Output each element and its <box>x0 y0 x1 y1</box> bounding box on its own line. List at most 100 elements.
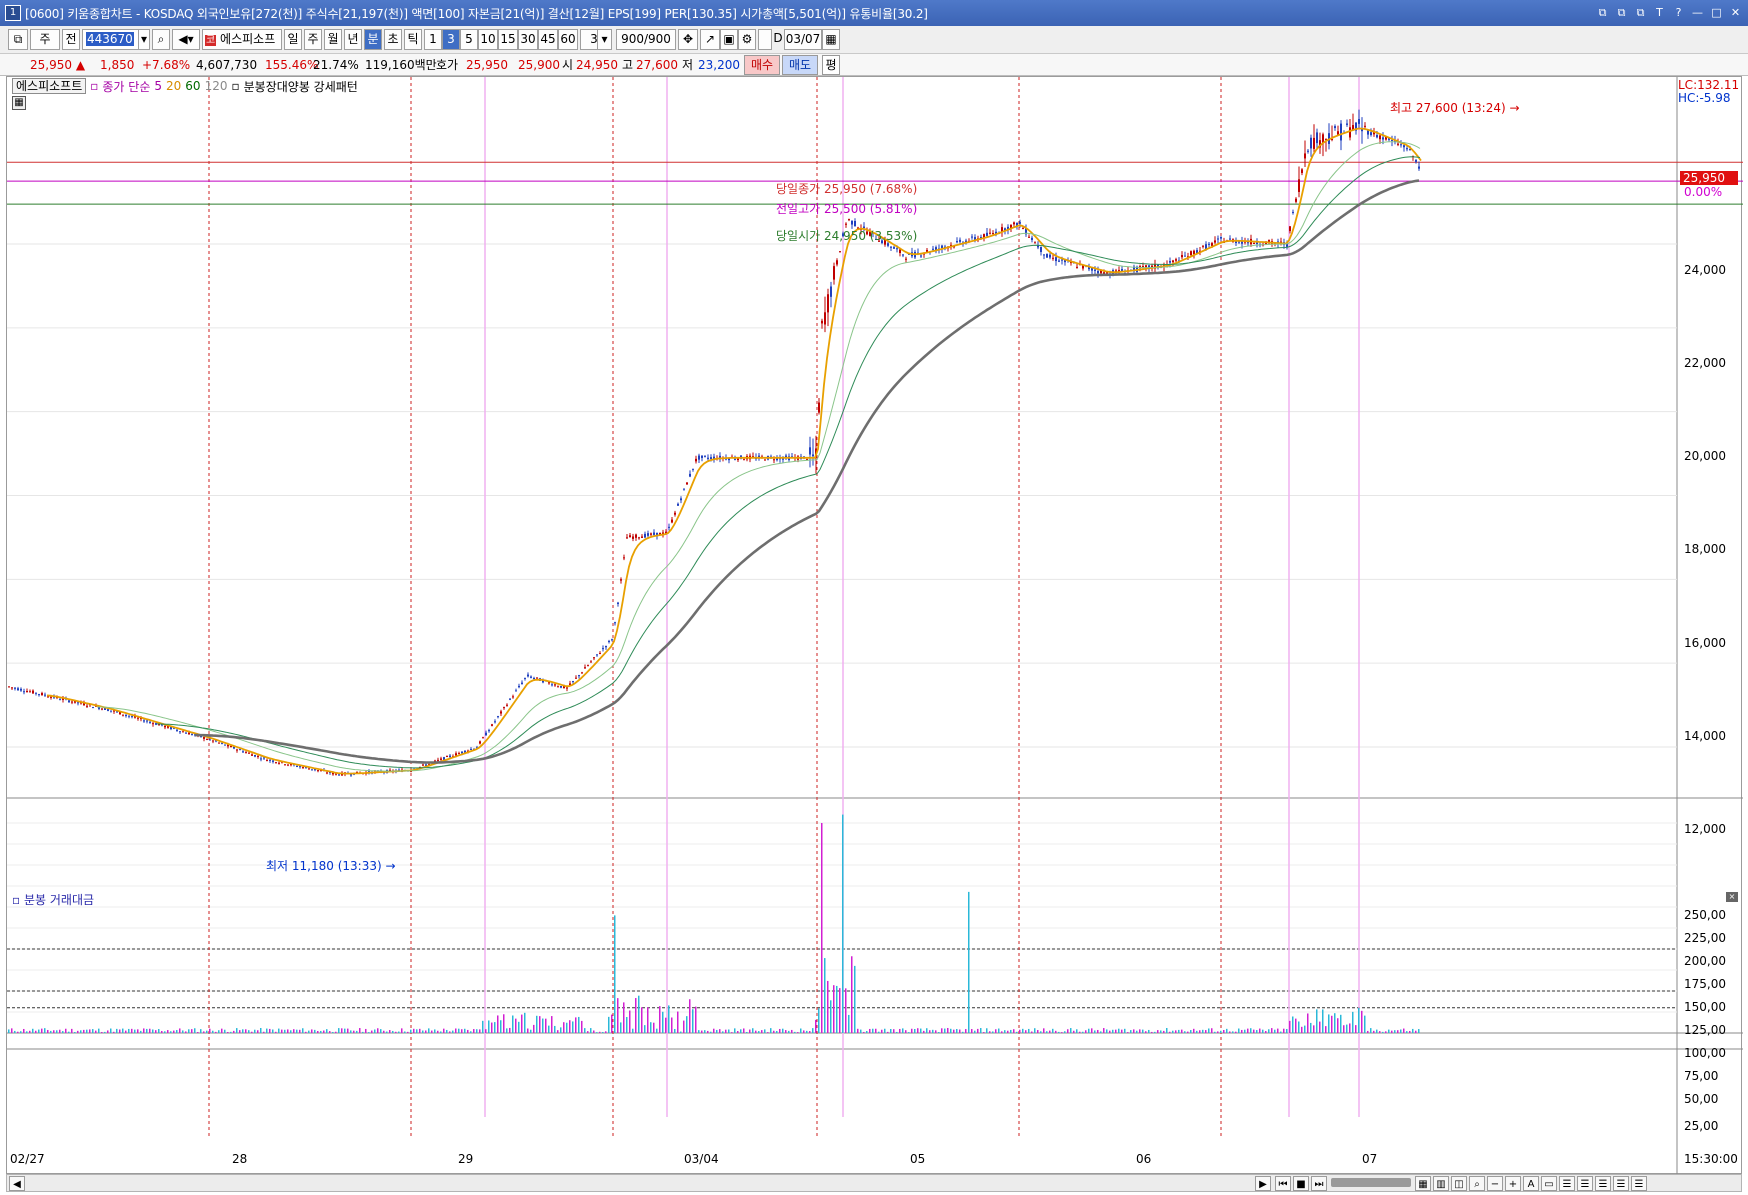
volume-bar <box>17 1031 19 1033</box>
save-icon[interactable]: ▣ <box>720 29 738 50</box>
prev-button[interactable]: 전 <box>62 29 80 50</box>
period-year[interactable]: 년 <box>344 29 362 50</box>
candle-body <box>626 537 628 539</box>
link-icon[interactable]: ⧉ <box>1632 4 1649 21</box>
interval-15[interactable]: 15 <box>498 29 518 50</box>
window-layout-icon[interactable]: ⧉ <box>8 29 28 50</box>
chevron-down-icon[interactable]: ▾ <box>138 29 150 50</box>
volume-bar <box>614 915 616 1033</box>
list-icon-4[interactable]: ☰ <box>1613 1176 1629 1191</box>
buy-button[interactable]: 매수 <box>744 55 780 75</box>
gear-icon[interactable]: ⚙ <box>738 29 756 50</box>
minus-icon[interactable]: − <box>1487 1176 1503 1191</box>
scroll-right-icon[interactable]: ▶ <box>1255 1176 1271 1191</box>
trend-tool-icon[interactable]: ↗ <box>700 29 720 50</box>
maximize-button[interactable]: □ <box>1708 4 1725 21</box>
candle-body <box>1391 139 1393 141</box>
volume-bar <box>269 1028 271 1033</box>
panel-close-icon[interactable]: × <box>1726 892 1738 902</box>
cursor-tool-icon[interactable]: ✥ <box>678 29 698 50</box>
interval-5[interactable]: 5 <box>460 29 478 50</box>
font-icon[interactable]: T <box>1651 4 1668 21</box>
candle-body <box>326 772 328 774</box>
cascade-icon[interactable]: ⧉ <box>1613 4 1630 21</box>
app-icon[interactable]: 1 <box>5 5 21 21</box>
stop-icon[interactable]: ■ <box>1293 1176 1309 1191</box>
legend-ma-120: 120 <box>204 79 228 93</box>
interval-45[interactable]: 45 <box>538 29 558 50</box>
sound-icon[interactable]: ◀▾ <box>172 29 200 50</box>
calendar-icon[interactable]: ▦ <box>822 29 840 50</box>
interval-60[interactable]: 60 <box>558 29 578 50</box>
volume-bar <box>11 1028 13 1033</box>
list-icon-3[interactable]: ☰ <box>1595 1176 1611 1191</box>
volume-bar <box>1187 1031 1189 1033</box>
period-tick[interactable]: 틱 <box>404 29 422 50</box>
scroll-thumb[interactable] <box>1331 1178 1411 1187</box>
candle-body <box>971 236 973 238</box>
volume-bar <box>50 1030 52 1033</box>
eval-button[interactable]: 평 <box>822 55 840 75</box>
legend-pattern[interactable]: 분봉장대양봉 강세패턴 <box>244 78 358 95</box>
candle-body <box>446 756 448 758</box>
interval-30[interactable]: 30 <box>518 29 538 50</box>
volume-bar <box>1016 1031 1018 1033</box>
list-icon-2[interactable]: ☰ <box>1577 1176 1593 1191</box>
chart-scrollbar[interactable]: ◀ ▶ ⏮ ■ ⏭ ▦ ▥ ◫ ⌕ − + A ▭ ☰ ☰ ☰ ☰ ☰ <box>6 1174 1742 1192</box>
period-day[interactable]: 일 <box>284 29 302 50</box>
close-button[interactable]: ✕ <box>1727 4 1744 21</box>
help-icon[interactable]: ? <box>1670 4 1687 21</box>
volume-bar <box>158 1029 160 1033</box>
font-size-icon[interactable]: A <box>1523 1176 1539 1191</box>
volume-bar <box>116 1028 118 1033</box>
volume-bar <box>998 1028 1000 1033</box>
list-icon[interactable]: ☰ <box>1559 1176 1575 1191</box>
date-checkbox[interactable] <box>758 29 772 50</box>
volume-bar <box>173 1030 175 1033</box>
minimize-button[interactable]: — <box>1689 4 1706 21</box>
candle-body <box>686 482 688 485</box>
vol-tick: 150,00 <box>1684 1000 1726 1014</box>
volume-bar <box>707 1030 709 1033</box>
step-back-icon[interactable]: ⏮ <box>1275 1176 1291 1191</box>
volume-bar <box>176 1030 178 1033</box>
sell-button[interactable]: 매도 <box>782 55 818 75</box>
volume-bar <box>1151 1031 1153 1033</box>
period-week[interactable]: 주 <box>304 29 322 50</box>
stock-name-field[interactable]: 코 에스피소프 <box>202 29 282 50</box>
volume-bar <box>308 1030 310 1033</box>
volume-bar <box>683 1020 685 1033</box>
zoom-grid-icon[interactable]: ▦ <box>1415 1176 1431 1191</box>
vol-tick: 225,00 <box>1684 931 1726 945</box>
count-field[interactable]: 900/900 <box>616 29 676 50</box>
zoom-fit-icon[interactable]: ◫ <box>1451 1176 1467 1191</box>
volume-bar <box>1118 1028 1120 1033</box>
grid-settings-icon[interactable]: ▦ <box>12 96 26 110</box>
date-input[interactable]: 03/07 <box>784 29 822 50</box>
zoom-in-icon[interactable]: ⌕ <box>1469 1176 1485 1191</box>
period-minute[interactable]: 분 <box>364 29 382 50</box>
panel-icon[interactable]: ▭ <box>1541 1176 1557 1191</box>
legend-stock-name[interactable]: 에스피소프트 <box>12 78 87 94</box>
candle-body <box>1211 243 1213 246</box>
period-month[interactable]: 월 <box>324 29 342 50</box>
period-second[interactable]: 초 <box>384 29 402 50</box>
scroll-left-icon[interactable]: ◀ <box>9 1176 25 1191</box>
tile-icon[interactable]: ⧉ <box>1594 4 1611 21</box>
interval-10[interactable]: 10 <box>478 29 498 50</box>
step-forward-icon[interactable]: ⏭ <box>1311 1176 1327 1191</box>
search-icon[interactable]: ⌕ <box>152 29 170 50</box>
volume-bar <box>188 1029 190 1033</box>
close-annotation: 당일종가 25,950 (7.68%) <box>776 182 918 196</box>
zoom-split-icon[interactable]: ▥ <box>1433 1176 1449 1191</box>
interval-1[interactable]: 1 <box>424 29 442 50</box>
stock-type-select[interactable]: 주 <box>30 29 60 50</box>
chevron-down-icon[interactable]: ▾ <box>597 29 612 50</box>
interval-3[interactable]: 3 <box>442 29 460 50</box>
plus-icon[interactable]: + <box>1505 1176 1521 1191</box>
legend-ma-label[interactable]: 종가 단순 <box>102 78 150 95</box>
volume-bar <box>1154 1031 1156 1033</box>
volume-bar <box>527 1028 529 1033</box>
volume-bar <box>1181 1029 1183 1033</box>
list-icon-5[interactable]: ☰ <box>1631 1176 1647 1191</box>
